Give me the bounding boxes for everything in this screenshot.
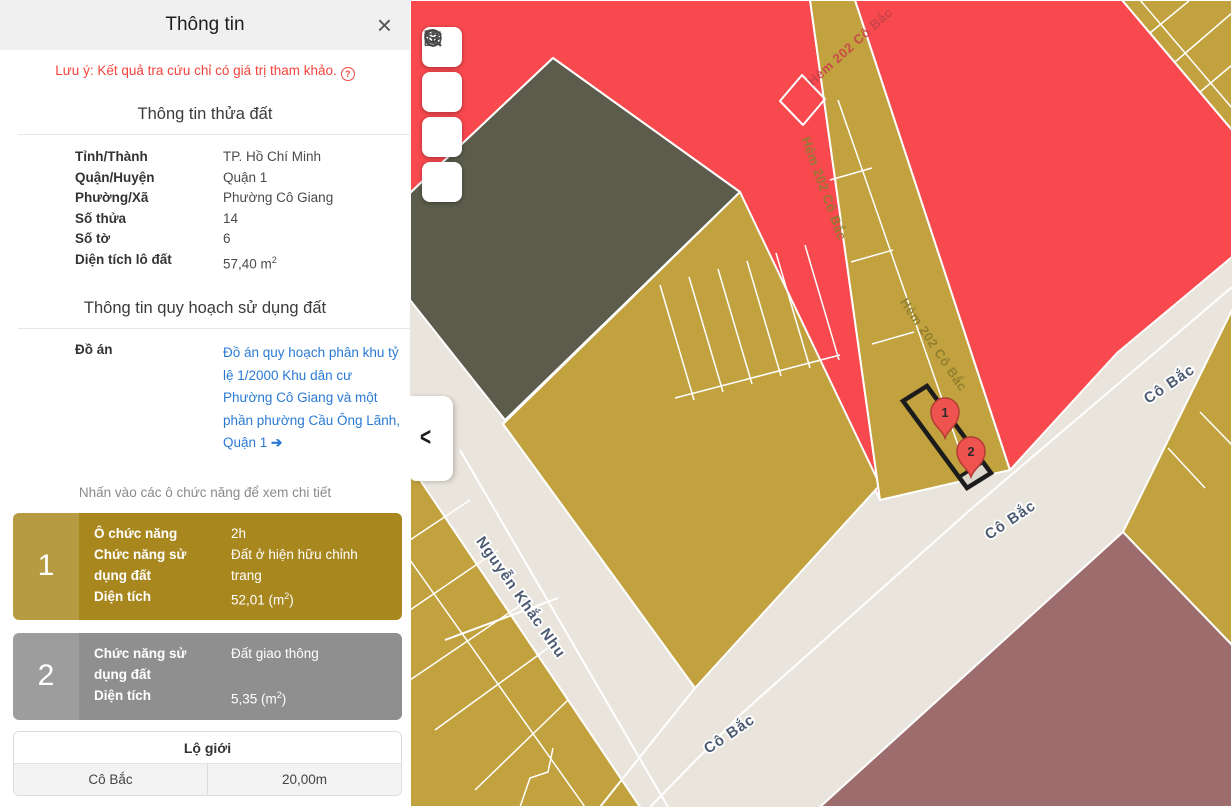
zone-row: Ô chức năng 2h	[94, 523, 392, 544]
zone-row: Chức năng sử dụng đất Đất ở hiện hữu chỉ…	[94, 544, 392, 586]
info-button[interactable]	[422, 162, 462, 202]
doan-label: Đồ án	[75, 342, 223, 455]
arrow-right-icon: ➔	[271, 435, 282, 450]
street-label-co-bac: Cô Bắc	[700, 710, 758, 757]
divider	[18, 328, 410, 329]
map-toolbar	[422, 27, 462, 202]
sidebar-collapse-tab[interactable]: <	[410, 396, 453, 481]
planning-document-link[interactable]: Đồ án quy hoạch phân khu tỷ lệ 1/2000 Kh…	[223, 342, 405, 455]
hint-text: Nhấn vào các ô chức năng để xem chi tiết	[0, 485, 410, 500]
panel-header: Thông tin ×	[0, 0, 410, 50]
planning-section-title: Thông tin quy hoạch sử dụng đất	[0, 299, 410, 318]
chevron-left-icon: <	[420, 424, 431, 454]
zone-card-2[interactable]: 2 Chức năng sử dụng đất Đất giao thông D…	[13, 633, 402, 720]
doan-row: Đồ án Đồ án quy hoạch phân khu tỷ lệ 1/2…	[0, 342, 410, 455]
field-row-district: Quận/Huyện Quận 1	[0, 168, 410, 189]
zoning-map[interactable]: Hẻm 202 Cô Bắc Hẻm 202 Cô Bắc Hẻm 202 Cô…	[410, 0, 1232, 807]
street-label-co-bac: Cô Bắc	[981, 496, 1039, 543]
legend-button[interactable]	[422, 117, 462, 157]
close-icon[interactable]: ×	[377, 12, 392, 38]
zone-row: Chức năng sử dụng đất Đất giao thông	[94, 643, 392, 685]
svg-text:2: 2	[967, 444, 974, 459]
zone-row: Diện tích 52,01 (m2)	[94, 586, 392, 611]
field-row-province: Tỉnh/Thành TP. Hồ Chí Minh	[0, 147, 410, 168]
road-name-cell: Cô Bắc	[14, 764, 208, 795]
info-panel: Thông tin × Lưu ý: Kết quả tra cứu chỉ c…	[0, 0, 410, 807]
help-icon[interactable]: ?	[341, 67, 355, 81]
info-icon	[422, 27, 444, 49]
field-row-ward: Phường/Xã Phường Cô Giang	[0, 188, 410, 209]
zone-card-1[interactable]: 1 Ô chức năng 2h Chức năng sử dụng đất Đ…	[13, 513, 402, 621]
field-row-area: Diện tích lô đất 57,40 m2	[0, 250, 410, 275]
zone-1-number: 1	[13, 513, 79, 621]
disclaimer-text: Lưu ý: Kết quả tra cứu chỉ có giá trị th…	[0, 63, 410, 81]
page-title: Thông tin	[165, 14, 244, 36]
layers-button[interactable]	[422, 72, 462, 112]
field-row-parcel-no: Số thửa 14	[0, 209, 410, 230]
field-row-sheet-no: Số tờ 6	[0, 229, 410, 250]
map-canvas[interactable]: Hẻm 202 Cô Bắc Hẻm 202 Cô Bắc Hẻm 202 Cô…	[410, 0, 1232, 807]
road-width-table: Lộ giới Cô Bắc 20,00m	[13, 731, 402, 796]
parcel-section-title: Thông tin thửa đất	[0, 105, 410, 124]
zone-2-number: 2	[13, 633, 79, 720]
zone-row: Diện tích 5,35 (m2)	[94, 685, 392, 710]
table-row: Cô Bắc 20,00m	[14, 764, 401, 795]
svg-text:1: 1	[941, 405, 948, 420]
divider	[18, 134, 410, 135]
road-width-cell: 20,00m	[208, 764, 401, 795]
road-width-header: Lộ giới	[14, 732, 401, 764]
